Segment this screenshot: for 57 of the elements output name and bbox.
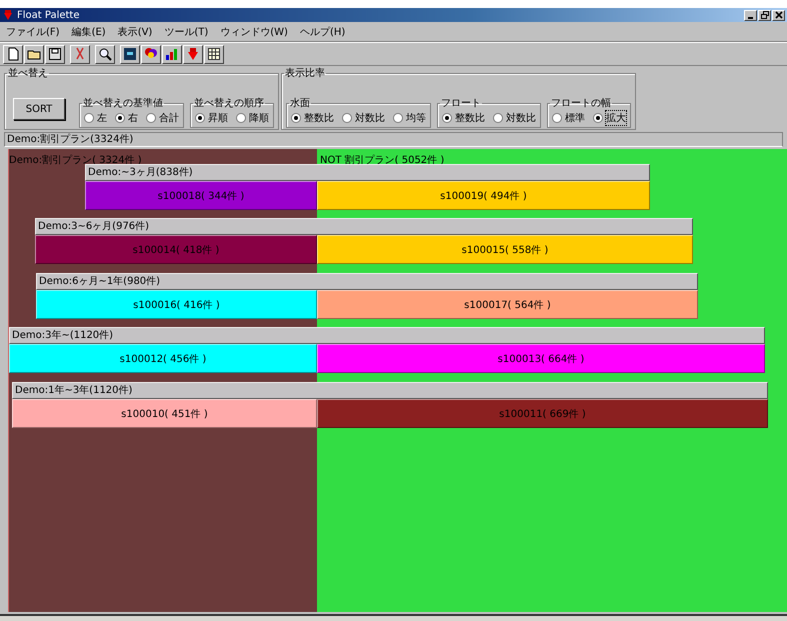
float-icon[interactable] xyxy=(183,44,203,64)
radio-option[interactable]: 左 xyxy=(84,110,107,124)
radio-option[interactable]: 合計 xyxy=(146,110,179,124)
window-title: Float Palette xyxy=(17,10,80,20)
radio-option[interactable]: 均等 xyxy=(393,110,426,124)
group-header: Demo:6ヶ月~1年(980件) xyxy=(36,273,698,290)
menu-item[interactable]: ヘルプ(H) xyxy=(300,24,346,38)
close-button[interactable] xyxy=(772,10,785,20)
radio-option[interactable]: 拡大 xyxy=(593,110,626,124)
flower-icon[interactable] xyxy=(141,44,161,64)
save-icon[interactable] xyxy=(45,44,65,64)
segment-label: NOT 割引プラン( 5052件 ) xyxy=(320,154,444,167)
group-header: Demo:~3ヶ月(838件) xyxy=(85,164,650,181)
radio-option[interactable]: 対数比 xyxy=(342,110,385,124)
menu-item[interactable]: ウィンドウ(W) xyxy=(220,24,288,38)
minimize-button[interactable] xyxy=(744,10,757,20)
float-bar[interactable]: s100013( 664件 ) xyxy=(317,344,765,373)
group-header: Demo:1年~3年(1120件) xyxy=(12,382,768,399)
app-icon xyxy=(2,9,14,21)
menu-item[interactable]: 編集(E) xyxy=(72,24,106,38)
menu-item[interactable]: ツール(T) xyxy=(164,24,208,38)
group-title: 並べ替えの順序 xyxy=(193,96,265,110)
float-bar[interactable]: s100010( 451件 ) xyxy=(12,399,317,428)
radio-option[interactable]: 標準 xyxy=(552,110,585,124)
restore-button[interactable] xyxy=(758,10,771,20)
panel-title: 並べ替え xyxy=(7,66,49,80)
group-title: 水面 xyxy=(289,96,311,110)
float-bar[interactable]: s100015( 558件 ) xyxy=(317,235,693,264)
float-bar[interactable]: s100017( 564件 ) xyxy=(317,290,698,319)
float-bar[interactable]: s100012( 456件 ) xyxy=(9,344,317,373)
bar-chart-icon[interactable] xyxy=(162,44,182,64)
dark-square-icon[interactable] xyxy=(120,44,140,64)
group-title: フロート xyxy=(440,97,482,110)
radio-option[interactable]: 対数比 xyxy=(493,110,536,124)
close-icon xyxy=(774,11,782,19)
sort-button[interactable]: SORT xyxy=(13,98,65,120)
menu-item[interactable]: 表示(V) xyxy=(118,24,152,38)
group-title: フロートの幅 xyxy=(550,97,612,110)
radio-option[interactable]: 昇順 xyxy=(195,110,228,124)
group-title: 並べ替えの基準値 xyxy=(82,96,164,110)
group-header: Demo:3年~(1120件) xyxy=(9,327,765,344)
search-icon[interactable] xyxy=(95,44,115,64)
float-bar[interactable]: s100019( 494件 ) xyxy=(317,181,650,210)
scissors-icon[interactable] xyxy=(70,44,90,64)
float-bar[interactable]: s100016( 416件 ) xyxy=(36,290,317,319)
panel-title: 表示比率 xyxy=(284,66,326,80)
group-header: Demo:3~6ヶ月(976件) xyxy=(35,218,693,235)
status-label: Demo:割引プラン(3324件) xyxy=(4,132,783,147)
radio-option[interactable]: 整数比 xyxy=(442,110,485,124)
menu-item[interactable]: ファイル(F) xyxy=(6,24,60,38)
folder-icon[interactable] xyxy=(24,44,44,64)
radio-option[interactable]: 右 xyxy=(115,110,138,124)
grid-icon[interactable] xyxy=(204,44,224,64)
new-file-icon[interactable] xyxy=(3,44,23,64)
radio-option[interactable]: 整数比 xyxy=(291,110,334,124)
restore-icon xyxy=(760,11,768,19)
radio-option[interactable]: 降順 xyxy=(236,110,269,124)
